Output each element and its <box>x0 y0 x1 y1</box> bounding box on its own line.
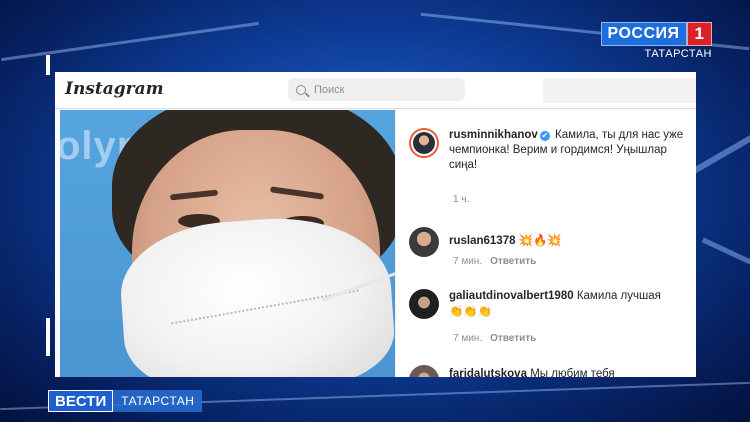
avatar[interactable] <box>409 227 439 257</box>
channel-number: 1 <box>686 22 712 46</box>
avatar[interactable] <box>409 128 439 158</box>
comments-panel: rusminnikhanov ✔ Камила, ты для нас уже ч… <box>395 110 696 377</box>
search-placeholder: Поиск <box>314 83 345 96</box>
list-item: faridalutskova Мы любим тебя <box>409 365 615 377</box>
channel-name: РОССИЯ <box>600 22 687 46</box>
frame-rail <box>46 55 50 75</box>
list-item: galiautdinovalbert1980 Камила лучшая 👏👏👏 <box>409 289 696 320</box>
news-badge: ВЕСТИ ТАТАРСТАН <box>48 390 203 412</box>
post-time-label: 1 ч. <box>453 194 470 205</box>
bg-streak <box>1 21 259 62</box>
comment-meta: 7 мин. Ответить <box>453 333 536 344</box>
search-icon <box>296 84 306 95</box>
instagram-logo[interactable]: Instagram <box>65 79 164 99</box>
bg-streak <box>701 237 750 268</box>
bg-streak <box>693 132 750 174</box>
verified-icon: ✔ <box>539 131 550 141</box>
comment-time: 7 мин. <box>453 256 483 267</box>
comment-meta: 7 мин. Ответить <box>453 256 536 267</box>
avatar[interactable] <box>409 289 439 319</box>
list-item: ruslan61378 💥🔥💥 <box>409 227 562 257</box>
comment-text: 💥🔥💥 <box>518 233 562 247</box>
frame-rail <box>46 318 50 356</box>
channel-logo: РОССИЯ 1 ТАТАРСТАН <box>600 22 712 60</box>
header-nav-area <box>543 78 696 103</box>
post-photo[interactable]: olymp <box>60 110 395 377</box>
comment-user[interactable]: ruslan61378 <box>449 235 516 247</box>
avatar[interactable] <box>409 365 439 377</box>
instagram-window: Instagram Поиск olymp rusminnikhanov ✔ Ка… <box>55 72 696 377</box>
post-author[interactable]: rusminnikhanov <box>449 129 538 141</box>
post-caption: rusminnikhanov ✔ Камила, ты для нас уже ч… <box>409 128 689 173</box>
comment-user[interactable]: galiautdinovalbert1980 <box>449 290 574 302</box>
search-input[interactable]: Поиск <box>288 78 465 101</box>
reply-button[interactable]: Ответить <box>490 333 536 344</box>
instagram-header: Instagram Поиск <box>55 72 696 109</box>
comment-text: Мы любим тебя <box>530 368 615 377</box>
post-time: 1 ч. <box>453 194 469 205</box>
channel-region: ТАТАРСТАН <box>644 48 712 60</box>
news-region: ТАТАРСТАН <box>113 390 203 412</box>
news-name: ВЕСТИ <box>48 390 114 412</box>
comment-user[interactable]: faridalutskova <box>449 368 527 377</box>
comment-emoji: 👏👏👏 <box>449 304 492 318</box>
comment-time: 7 мин. <box>453 333 483 344</box>
reply-button[interactable]: Ответить <box>490 256 536 267</box>
comment-text: Камила лучшая <box>576 290 661 302</box>
